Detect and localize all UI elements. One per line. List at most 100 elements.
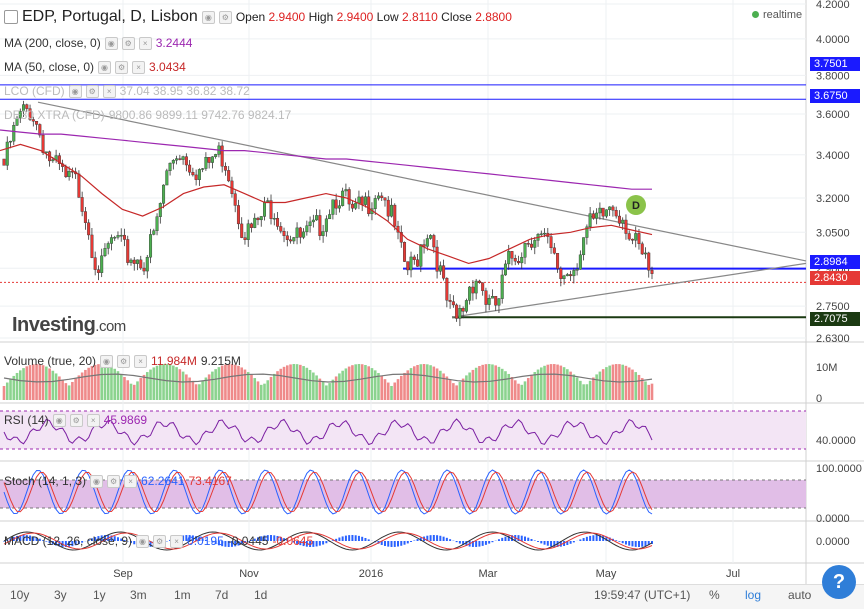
candle <box>504 264 507 275</box>
eye-icon[interactable]: ◉ <box>98 61 111 74</box>
legend-lco[interactable]: LCO (CFD) ◉⚙× 37.04 38.95 36.82 38.72 <box>4 84 250 98</box>
candle <box>615 210 618 216</box>
eye-icon[interactable]: ◉ <box>100 355 113 368</box>
candle <box>273 218 276 219</box>
legend-macd[interactable]: MACD (12, 26, close, 9) ◉⚙× 0.0195 -0.04… <box>4 534 313 548</box>
settings-icon[interactable]: ⚙ <box>153 535 166 548</box>
candle <box>309 222 312 226</box>
candle <box>644 253 647 254</box>
candle <box>478 281 481 283</box>
candle <box>628 234 631 240</box>
candle <box>136 260 139 264</box>
settings-icon[interactable]: ⚙ <box>70 414 83 427</box>
percent-toggle[interactable]: % <box>709 588 720 602</box>
low-value: 2.8110 <box>402 10 438 24</box>
price-tag-3-6750: 3.6750 <box>810 89 860 103</box>
legend-dax[interactable]: DE30 XTRA (CFD) 9800.86 9899.11 9742.76 … <box>4 108 291 122</box>
legend-volume[interactable]: Volume (true, 20) ◉⚙× 11.984M 9.215M <box>4 354 241 368</box>
close-icon[interactable]: × <box>87 414 100 427</box>
close-icon[interactable]: × <box>134 355 147 368</box>
legend-rsi[interactable]: RSI (14) ◉⚙× 45.9869 <box>4 413 147 427</box>
volume-bar <box>299 365 302 400</box>
macd-histogram-bar <box>482 541 484 546</box>
candle <box>351 204 354 208</box>
timeframe-1d[interactable]: 1d <box>254 588 267 602</box>
chart-header: EDP, Portugal, D, Lisbon ◉ ⚙ Open 2.9400… <box>4 8 512 26</box>
macd-histogram-bar <box>491 541 493 542</box>
volume-bar <box>406 370 409 400</box>
ma200-value: 3.2444 <box>156 36 193 50</box>
volume-bar <box>488 364 491 400</box>
volume-bar <box>87 368 90 400</box>
volume-bar <box>358 364 361 400</box>
close-icon[interactable]: × <box>132 61 145 74</box>
candle <box>65 167 68 177</box>
eye-icon[interactable]: ◉ <box>90 475 103 488</box>
timeframe-10y[interactable]: 10y <box>10 588 29 602</box>
candle <box>81 197 84 211</box>
legend-ma50[interactable]: MA (50, close, 0) ◉⚙× 3.0434 <box>4 60 186 74</box>
volume-bar <box>628 367 631 400</box>
candle <box>113 237 116 238</box>
macd-histogram-bar <box>439 536 441 541</box>
auto-toggle[interactable]: auto <box>788 588 811 602</box>
volume-bar <box>553 364 556 400</box>
volume-bar <box>306 368 309 400</box>
macd-histogram-bar <box>524 537 526 541</box>
eye-icon[interactable]: ◉ <box>105 37 118 50</box>
timeframe-1m[interactable]: 1m <box>174 588 191 602</box>
candle <box>647 253 650 270</box>
close-icon[interactable]: × <box>124 475 137 488</box>
eye-icon[interactable]: ◉ <box>69 85 82 98</box>
volume-bar <box>390 386 393 400</box>
candle <box>462 308 465 311</box>
eye-icon[interactable]: ◉ <box>53 414 66 427</box>
pattern-marker-label: D <box>632 200 640 212</box>
close-icon[interactable]: × <box>103 85 116 98</box>
volume-bar <box>468 372 471 400</box>
settings-icon[interactable]: ⚙ <box>219 11 232 24</box>
candle <box>390 205 393 216</box>
volume-bar <box>472 370 475 400</box>
settings-icon[interactable]: ⚙ <box>115 61 128 74</box>
close-icon[interactable]: × <box>139 37 152 50</box>
candle <box>195 175 198 180</box>
settings-icon[interactable]: ⚙ <box>107 475 120 488</box>
volume-bar <box>221 366 224 400</box>
legend-ma200[interactable]: MA (200, close, 0) ◉⚙× 3.2444 <box>4 36 192 50</box>
timeframe-3m[interactable]: 3m <box>130 588 147 602</box>
candle <box>237 205 240 223</box>
candle <box>550 237 553 248</box>
volume-bar <box>107 365 110 400</box>
timeframe-3y[interactable]: 3y <box>54 588 67 602</box>
log-toggle[interactable]: log <box>745 588 761 602</box>
settings-icon[interactable]: ⚙ <box>86 85 99 98</box>
timeframe-7d[interactable]: 7d <box>215 588 228 602</box>
candle <box>335 200 338 208</box>
eye-icon[interactable]: ◉ <box>202 11 215 24</box>
stoch-tick: 100.0000 <box>816 463 862 475</box>
settings-icon[interactable]: ⚙ <box>122 37 135 50</box>
timeframe-1y[interactable]: 1y <box>93 588 106 602</box>
candle <box>234 194 237 206</box>
volume-bar <box>481 365 484 400</box>
help-button[interactable]: ? <box>822 565 856 599</box>
x-tick-label: May <box>596 568 617 580</box>
macd-histogram-bar <box>394 541 396 547</box>
close-value: 2.8800 <box>475 10 512 24</box>
menu-icon[interactable] <box>4 10 18 24</box>
macd-histogram-bar <box>537 541 539 542</box>
eye-icon[interactable]: ◉ <box>136 535 149 548</box>
candle <box>406 262 409 270</box>
volume-bar <box>208 374 211 400</box>
macd-histogram-bar <box>644 541 646 546</box>
candle <box>452 302 455 305</box>
candle <box>192 172 195 175</box>
volume-bar <box>426 364 429 400</box>
legend-stoch[interactable]: Stoch (14, 1, 3) ◉⚙× 62.2641 73.4167 <box>4 474 232 488</box>
candle <box>501 275 504 299</box>
volume-bar <box>22 368 25 400</box>
close-icon[interactable]: × <box>170 535 183 548</box>
settings-icon[interactable]: ⚙ <box>117 355 130 368</box>
macd-histogram-bar <box>410 541 412 542</box>
